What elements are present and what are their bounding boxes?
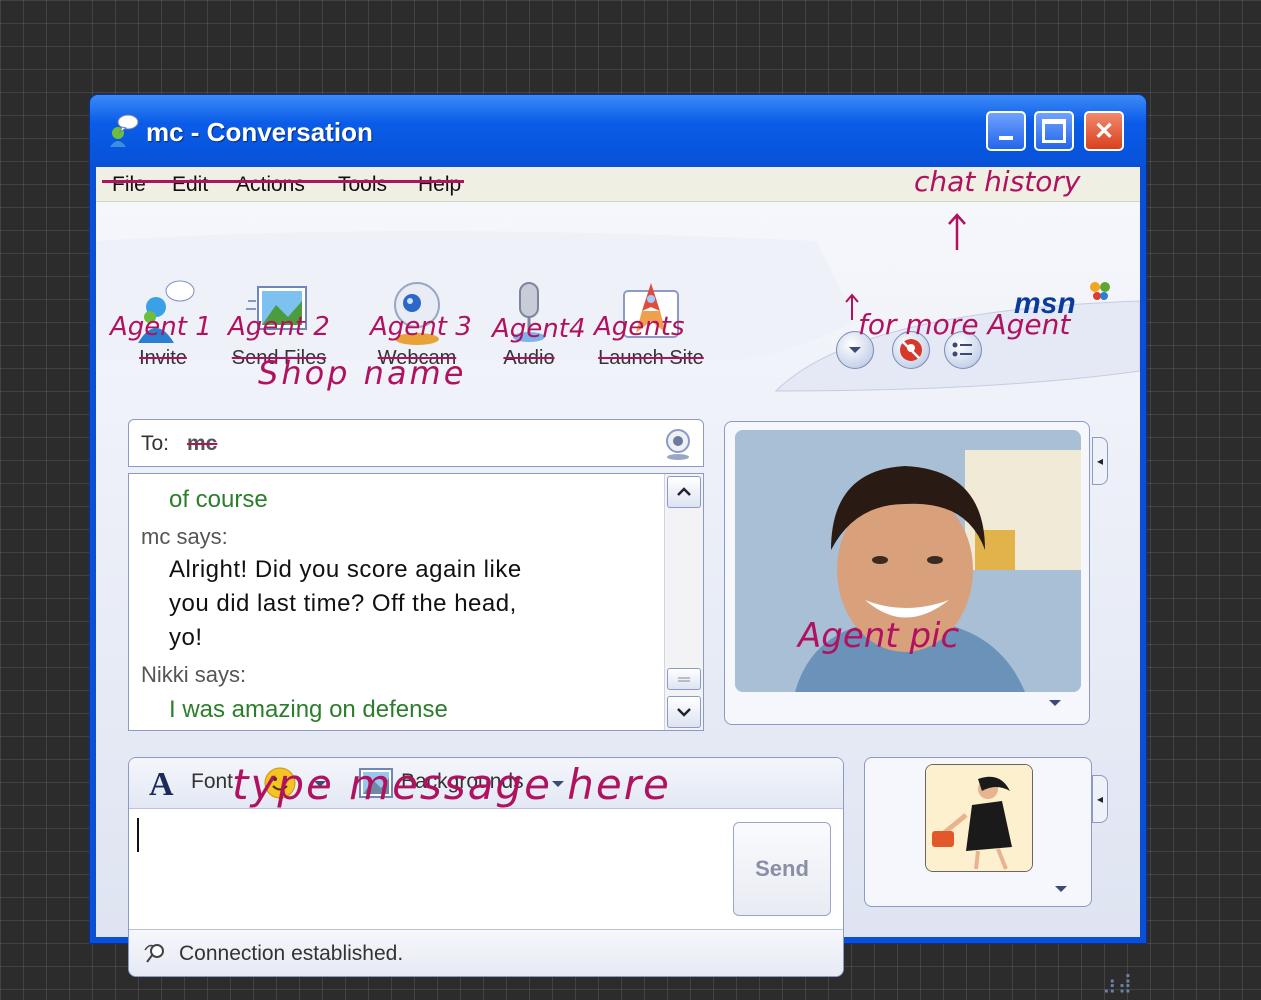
vertical-scrollbar[interactable]	[664, 474, 703, 730]
maximize-button[interactable]	[1034, 111, 1074, 151]
close-button[interactable]: ✕	[1084, 111, 1124, 151]
message-line: of course	[169, 486, 268, 513]
font-button[interactable]: Font	[191, 770, 233, 794]
annotation-arrow-up-icon	[948, 213, 966, 250]
annotation-agent-pic: Agent pic	[798, 616, 960, 656]
resize-grip[interactable]: ⠠⠰ ⠴⠶	[1102, 968, 1133, 998]
send-button[interactable]: Send	[733, 822, 831, 916]
close-icon: ✕	[1093, 117, 1115, 145]
status-text: Connection established.	[179, 942, 404, 965]
message-line: you did last time? Off the head,	[169, 590, 517, 617]
messenger-buddy-icon	[110, 114, 139, 147]
annotation-agent-2: Agent 2	[228, 312, 330, 342]
chevron-up-icon	[677, 487, 691, 496]
contact-display-picture-frame	[724, 421, 1090, 725]
sender-line: Nikki says:	[141, 662, 247, 687]
collapse-tab-upper[interactable]: ◂	[1092, 437, 1108, 485]
menu-actions[interactable]: Actions	[236, 173, 305, 197]
audio-label: Audio	[503, 347, 555, 369]
user-display-picture-frame	[864, 757, 1092, 907]
scroll-thumb[interactable]	[667, 668, 701, 690]
avatar-illustration-icon	[926, 765, 1032, 871]
client-area: File Edit Actions Tools Help Invite Send…	[96, 167, 1140, 998]
collapse-tab-lower[interactable]: ◂	[1092, 775, 1108, 823]
user-avatar[interactable]	[925, 764, 1033, 872]
annotation-agent-3: Agent 3	[370, 312, 472, 342]
menu-file[interactable]: File	[112, 173, 146, 197]
to-field: To: mc	[128, 419, 704, 467]
menu-strike-annotation	[102, 180, 464, 183]
annotation-more-agents: for more Agent	[858, 308, 1071, 341]
webcam-small-icon[interactable]	[663, 428, 693, 460]
minimize-button[interactable]	[986, 111, 1026, 151]
conversation-window: mc - Conversation ✕ File Edit Actions To…	[90, 95, 1146, 998]
grip-icon	[678, 677, 690, 682]
list-icon	[952, 342, 972, 357]
message-input[interactable]	[129, 809, 723, 931]
menu-tools[interactable]: Tools	[338, 173, 387, 197]
font-icon: A	[149, 766, 174, 803]
to-label: To:	[141, 432, 170, 455]
picture-options-arrow-icon[interactable]	[1047, 698, 1063, 708]
msn-butterfly-icon	[1090, 282, 1110, 300]
conversation-history[interactable]: of course mc says: Alright! Did you scor…	[128, 473, 704, 731]
chevron-down-icon	[849, 347, 861, 353]
scroll-up-button[interactable]	[667, 476, 701, 508]
message-line: Alright! Did you score again like	[169, 556, 522, 583]
annotation-shop-name: Shop name	[258, 354, 467, 392]
connection-status-icon	[144, 944, 164, 963]
menu-help[interactable]: Help	[418, 173, 461, 197]
annotation-type-message: type message here	[232, 760, 671, 809]
annotation-chat-history: chat history	[914, 165, 1081, 198]
chevron-down-icon	[677, 708, 691, 717]
annotation-agent-1: Agent 1	[110, 312, 212, 342]
window-title: mc - Conversation	[146, 117, 373, 147]
launch-site-label: Launch Site	[598, 347, 704, 369]
scroll-down-button[interactable]	[667, 696, 701, 728]
invite-label: Invite	[139, 347, 187, 369]
sender-line: mc says:	[141, 524, 228, 549]
annotation-agent-5: Agents	[594, 312, 685, 342]
status-bar: Connection established.	[129, 929, 843, 976]
menu-edit[interactable]: Edit	[172, 173, 208, 197]
to-contact-name[interactable]: mc	[187, 432, 217, 456]
message-line: yo!	[169, 624, 203, 651]
title-bar[interactable]: mc - Conversation ✕	[90, 95, 1146, 165]
avatar-options-arrow-icon[interactable]	[1053, 884, 1069, 894]
message-line: I was amazing on defense	[169, 696, 448, 723]
annotation-agent-4: Agent4	[492, 314, 586, 344]
